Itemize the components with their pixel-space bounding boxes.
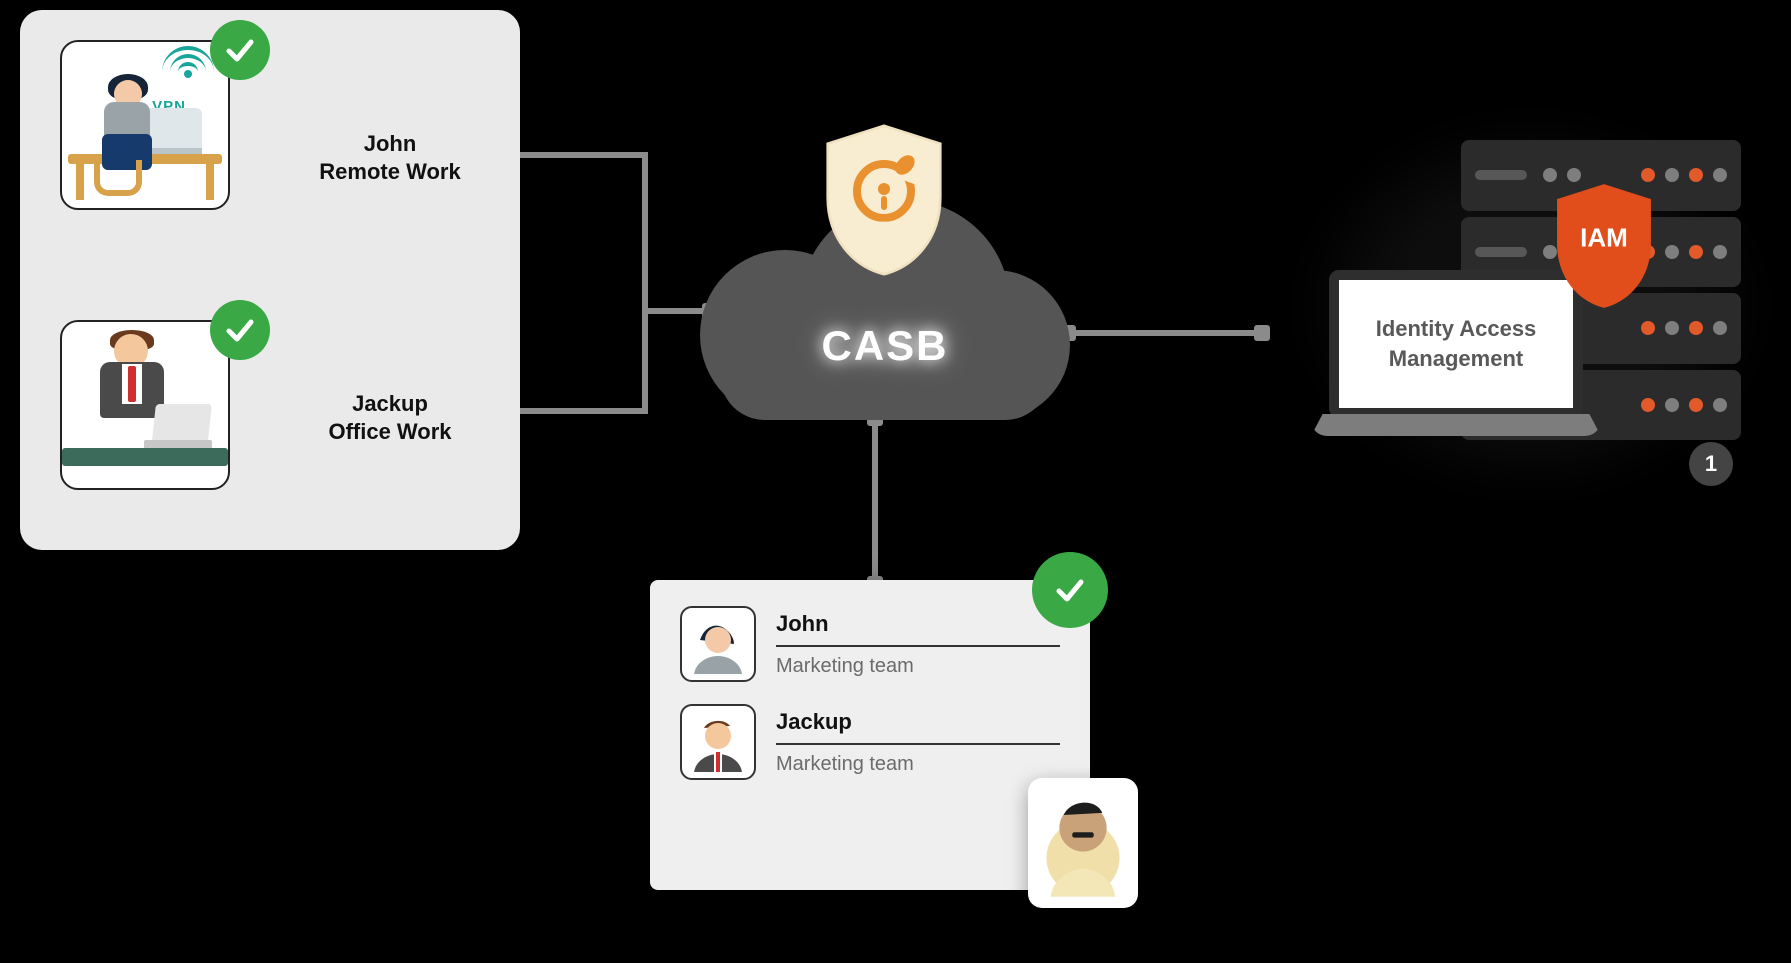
user-name: Jackup bbox=[352, 391, 428, 416]
connector-left-vertical bbox=[642, 152, 648, 414]
user-label-jackup: Jackup Office Work bbox=[290, 390, 490, 445]
connector-casb-team bbox=[872, 418, 878, 580]
person-icon bbox=[84, 80, 164, 200]
users-panel: VPN John Remote Work Jackup Office Wor bbox=[20, 10, 520, 550]
user-mode: Office Work bbox=[328, 419, 451, 444]
user-label-john: John Remote Work bbox=[290, 130, 490, 185]
user-tile-john: VPN bbox=[60, 40, 230, 210]
casb-label: CASB bbox=[700, 322, 1070, 370]
illustration-john-remote: VPN bbox=[62, 42, 228, 208]
avatar-icon bbox=[680, 606, 756, 682]
check-icon bbox=[210, 20, 270, 80]
team-row-jackup: Jackup Marketing team bbox=[680, 704, 1060, 780]
team-row-john: John Marketing team bbox=[680, 606, 1060, 682]
iam-label: Identity Access Management bbox=[1329, 270, 1583, 418]
user-mode: Remote Work bbox=[319, 159, 460, 184]
connector-casb-iam bbox=[1068, 330, 1258, 336]
node-iam bbox=[1254, 325, 1270, 341]
iam-shield-label: IAM bbox=[1549, 223, 1659, 254]
member-name: Jackup bbox=[776, 709, 1060, 745]
connector-to-casb bbox=[642, 308, 708, 314]
check-icon bbox=[210, 300, 270, 360]
iam-node: Identity Access Management IAM 1 bbox=[1311, 130, 1751, 480]
member-name: John bbox=[776, 611, 1060, 647]
iam-shield-icon: IAM bbox=[1549, 182, 1659, 310]
member-role: Marketing team bbox=[776, 655, 1060, 678]
laptop-icon bbox=[152, 404, 212, 440]
avatar-icon bbox=[680, 704, 756, 780]
lock-icon bbox=[853, 160, 915, 222]
illustration-jackup-office bbox=[62, 322, 228, 488]
casb-node: CASB bbox=[700, 140, 1070, 430]
team-card: John Marketing team Jackup Marketing tea… bbox=[650, 580, 1090, 890]
user-name: John bbox=[364, 131, 417, 156]
member-role: Marketing team bbox=[776, 753, 1060, 776]
check-icon bbox=[1032, 552, 1108, 628]
avatar-icon bbox=[1028, 778, 1138, 908]
shield-icon bbox=[820, 122, 948, 278]
user-tile-jackup bbox=[60, 320, 230, 490]
iam-count-badge: 1 bbox=[1689, 442, 1733, 486]
